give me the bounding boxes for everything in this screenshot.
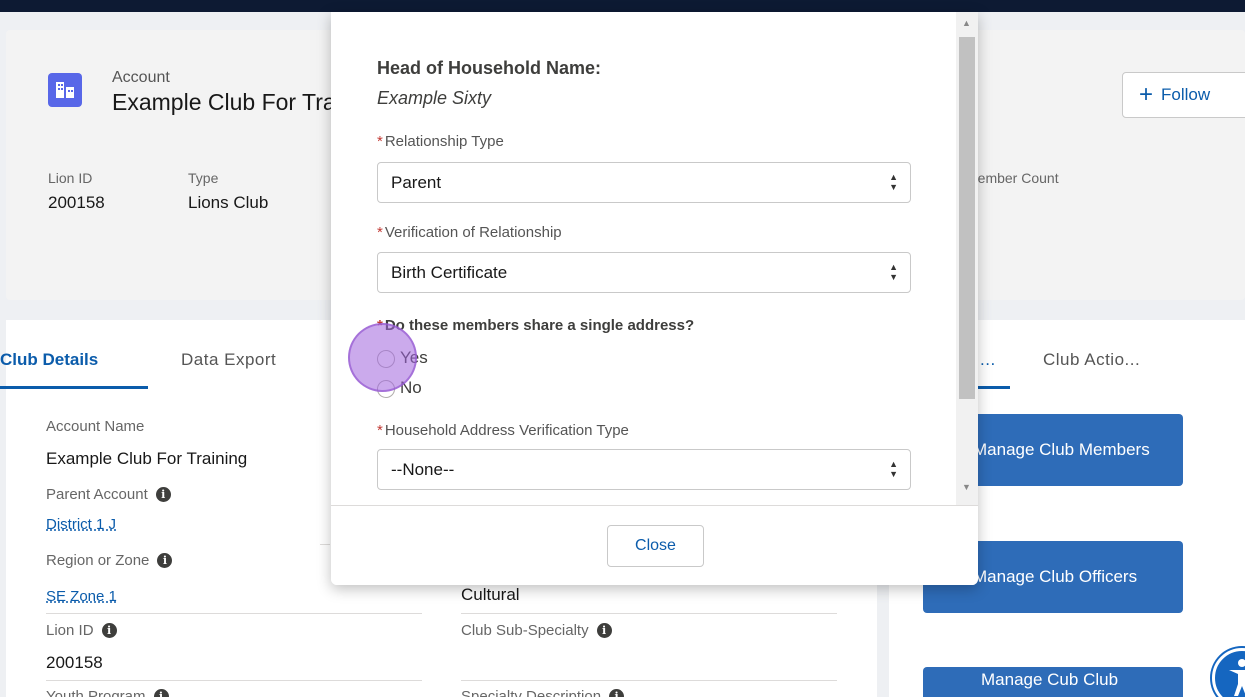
head-of-household-label: Head of Household Name: xyxy=(377,58,602,78)
highlight-value-lion-id: 200158 xyxy=(48,193,105,212)
club-sub-specialty-label: Club Sub-Specialty i xyxy=(461,622,612,639)
verification-label: * Verification of Relationship xyxy=(377,224,562,241)
follow-button[interactable]: + Follow xyxy=(1122,72,1245,118)
info-icon[interactable]: i xyxy=(155,487,171,502)
divider xyxy=(461,680,837,681)
tab-data-export[interactable]: Data Export xyxy=(181,350,276,370)
scroll-down-icon[interactable]: ▼ xyxy=(962,482,971,492)
lion-id-label: Lion ID i xyxy=(46,622,117,639)
region-zone-link[interactable]: SE Zone 1 xyxy=(46,588,117,605)
modal-footer: Close xyxy=(331,505,978,585)
required-asterisk: * xyxy=(377,133,383,150)
tab-overflow[interactable]: ... xyxy=(980,350,996,370)
verification-select[interactable]: Birth Certificate ▲ ▼ xyxy=(377,252,911,293)
select-arrows-icon: ▲ ▼ xyxy=(889,459,898,479)
highlight-value-type: Lions Club xyxy=(188,193,269,212)
scroll-up-icon[interactable]: ▲ xyxy=(962,18,971,28)
relationship-type-label: * Relationship Type xyxy=(377,133,504,150)
click-indicator xyxy=(348,323,417,392)
highlight-label-member-count: Member Count xyxy=(966,170,1059,186)
top-nav-bar xyxy=(0,0,1245,12)
info-icon[interactable]: i xyxy=(596,623,612,638)
manage-cub-club-button[interactable]: Manage Cub Club xyxy=(923,667,1183,697)
scroll-thumb[interactable] xyxy=(959,37,975,399)
modal-scrollbar[interactable]: ▲ ▼ xyxy=(956,12,978,505)
active-tab-indicator xyxy=(0,386,148,389)
account-name-value: Example Club For Training xyxy=(46,449,248,468)
divider xyxy=(46,680,422,681)
select-arrows-icon: ▲ ▼ xyxy=(889,262,898,282)
relationship-type-select[interactable]: Parent ▲ ▼ xyxy=(377,162,911,203)
modal-body: Head of Household Name: Example Sixty * R… xyxy=(331,12,958,505)
accessibility-icon[interactable] xyxy=(1212,648,1245,697)
close-button[interactable]: Close xyxy=(607,525,704,567)
plus-icon: + xyxy=(1139,81,1154,108)
object-type-label: Account xyxy=(112,69,170,86)
divider xyxy=(461,613,837,614)
parent-account-label: Parent Account i xyxy=(46,486,171,503)
tab-club-details[interactable]: Club Details xyxy=(0,350,98,370)
highlight-label-type: Type xyxy=(188,170,219,186)
lion-id-value: 200158 xyxy=(46,653,103,672)
select-arrows-icon: ▲ ▼ xyxy=(889,172,898,192)
shared-address-question: *Do these members share a single address… xyxy=(377,317,694,334)
info-icon[interactable]: i xyxy=(157,553,173,568)
address-verification-label: * Household Address Verification Type xyxy=(377,422,629,439)
account-name-label: Account Name xyxy=(46,418,145,435)
account-icon xyxy=(48,73,82,107)
head-of-household-value: Example Sixty xyxy=(377,88,492,108)
active-tab-indicator xyxy=(978,386,1010,389)
household-modal: Head of Household Name: Example Sixty * R… xyxy=(331,12,978,585)
info-icon[interactable]: i xyxy=(101,623,117,638)
divider xyxy=(46,613,422,614)
highlight-label-lion-id: Lion ID xyxy=(48,170,93,186)
specialty-value: Cultural xyxy=(461,585,520,604)
required-asterisk: * xyxy=(377,224,383,241)
region-zone-label: Region or Zone i xyxy=(46,552,173,569)
youth-program-label: Youth Program i xyxy=(46,688,169,697)
info-icon[interactable]: i xyxy=(609,689,625,697)
parent-account-link[interactable]: District 1 J xyxy=(46,516,116,533)
divider xyxy=(320,544,330,545)
address-verification-select[interactable]: --None-- ▲ ▼ xyxy=(377,449,911,490)
specialty-description-label: Specialty Description i xyxy=(461,688,625,697)
tab-club-actions[interactable]: Club Actio... xyxy=(1043,350,1140,370)
info-icon[interactable]: i xyxy=(153,689,169,697)
required-asterisk: * xyxy=(377,422,383,439)
